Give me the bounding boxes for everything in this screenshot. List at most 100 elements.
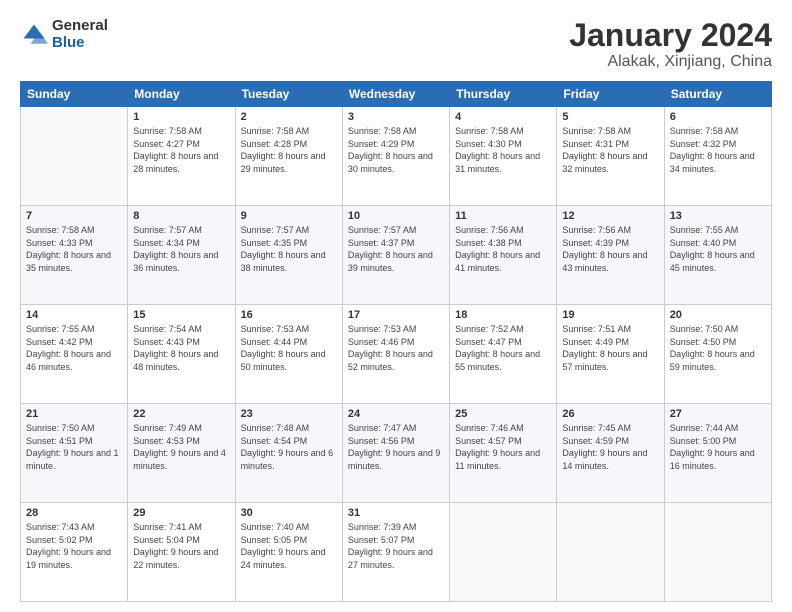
day-number: 29 — [133, 507, 229, 519]
day-detail: Sunrise: 7:55 AMSunset: 4:42 PMDaylight:… — [26, 323, 122, 373]
table-cell: 15 Sunrise: 7:54 AMSunset: 4:43 PMDayligh… — [128, 305, 235, 404]
table-cell: 2 Sunrise: 7:58 AMSunset: 4:28 PMDaylight… — [235, 107, 342, 206]
day-detail: Sunrise: 7:58 AMSunset: 4:29 PMDaylight:… — [348, 125, 444, 175]
logo-general: General — [52, 18, 108, 35]
day-detail: Sunrise: 7:52 AMSunset: 4:47 PMDaylight:… — [455, 323, 551, 373]
day-number: 8 — [133, 210, 229, 222]
day-detail: Sunrise: 7:56 AMSunset: 4:38 PMDaylight:… — [455, 224, 551, 274]
week-row-3: 21 Sunrise: 7:50 AMSunset: 4:51 PMDayligh… — [21, 404, 772, 503]
day-detail: Sunrise: 7:45 AMSunset: 4:59 PMDaylight:… — [562, 422, 658, 472]
day-number: 13 — [670, 210, 766, 222]
header-row: Sunday Monday Tuesday Wednesday Thursday… — [21, 82, 772, 107]
day-number: 3 — [348, 111, 444, 123]
table-cell: 22Sunrise: 7:49 AMSunset: 4:53 PMDayligh… — [128, 404, 235, 503]
table-cell — [450, 503, 557, 602]
table-cell — [21, 107, 128, 206]
table-cell: 26 Sunrise: 7:45 AMSunset: 4:59 PMDayligh… — [557, 404, 664, 503]
day-number: 28 — [26, 507, 122, 519]
table-cell: 25Sunrise: 7:46 AMSunset: 4:57 PMDayligh… — [450, 404, 557, 503]
day-detail: Sunrise: 7:57 AMSunset: 4:37 PMDaylight:… — [348, 224, 444, 274]
table-cell: 21 Sunrise: 7:50 AMSunset: 4:51 PMDayligh… — [21, 404, 128, 503]
day-detail: Sunrise: 7:46 AMSunset: 4:57 PMDaylight:… — [455, 422, 551, 472]
day-number: 20 — [670, 309, 766, 321]
day-detail: Sunrise: 7:48 AMSunset: 4:54 PMDaylight:… — [241, 422, 337, 472]
day-number: 9 — [241, 210, 337, 222]
day-detail: Sunrise: 7:41 AMSunset: 5:04 PMDaylight:… — [133, 521, 229, 571]
table-cell: 8 Sunrise: 7:57 AMSunset: 4:34 PMDaylight… — [128, 206, 235, 305]
table-cell: 23 Sunrise: 7:48 AMSunset: 4:54 PMDayligh… — [235, 404, 342, 503]
table-cell: 1 Sunrise: 7:58 AMSunset: 4:27 PMDaylight… — [128, 107, 235, 206]
calendar-table: Sunday Monday Tuesday Wednesday Thursday… — [20, 81, 772, 602]
table-cell: 18 Sunrise: 7:52 AMSunset: 4:47 PMDayligh… — [450, 305, 557, 404]
day-number: 31 — [348, 507, 444, 519]
title-block: January 2024 Alakak, Xinjiang, China — [569, 18, 772, 71]
logo-blue: Blue — [52, 35, 108, 52]
day-number: 4 — [455, 111, 551, 123]
table-cell: 27Sunrise: 7:44 AMSunset: 5:00 PMDayligh… — [664, 404, 771, 503]
day-detail: Sunrise: 7:58 AMSunset: 4:32 PMDaylight:… — [670, 125, 766, 175]
day-number: 18 — [455, 309, 551, 321]
day-number: 23 — [241, 408, 337, 420]
day-number: 5 — [562, 111, 658, 123]
day-detail: Sunrise: 7:47 AMSunset: 4:56 PMDaylight:… — [348, 422, 444, 472]
day-number: 26 — [562, 408, 658, 420]
day-detail: Sunrise: 7:58 AMSunset: 4:27 PMDaylight:… — [133, 125, 229, 175]
day-detail: Sunrise: 7:58 AMSunset: 4:31 PMDaylight:… — [562, 125, 658, 175]
day-detail: Sunrise: 7:58 AMSunset: 4:28 PMDaylight:… — [241, 125, 337, 175]
day-detail: Sunrise: 7:39 AMSunset: 5:07 PMDaylight:… — [348, 521, 444, 571]
col-saturday: Saturday — [664, 82, 771, 107]
day-number: 16 — [241, 309, 337, 321]
day-number: 17 — [348, 309, 444, 321]
day-detail: Sunrise: 7:43 AMSunset: 5:02 PMDaylight:… — [26, 521, 122, 571]
location-title: Alakak, Xinjiang, China — [569, 53, 772, 71]
day-number: 19 — [562, 309, 658, 321]
col-wednesday: Wednesday — [342, 82, 449, 107]
col-monday: Monday — [128, 82, 235, 107]
day-number: 7 — [26, 210, 122, 222]
table-cell: 30Sunrise: 7:40 AMSunset: 5:05 PMDayligh… — [235, 503, 342, 602]
day-detail: Sunrise: 7:51 AMSunset: 4:49 PMDaylight:… — [562, 323, 658, 373]
day-number: 15 — [133, 309, 229, 321]
day-number: 27 — [670, 408, 766, 420]
table-cell: 4 Sunrise: 7:58 AMSunset: 4:30 PMDaylight… — [450, 107, 557, 206]
day-number: 2 — [241, 111, 337, 123]
day-detail: Sunrise: 7:55 AMSunset: 4:40 PMDaylight:… — [670, 224, 766, 274]
week-row-2: 14 Sunrise: 7:55 AMSunset: 4:42 PMDayligh… — [21, 305, 772, 404]
table-cell — [664, 503, 771, 602]
table-cell: 7Sunrise: 7:58 AMSunset: 4:33 PMDaylight… — [21, 206, 128, 305]
table-cell: 16 Sunrise: 7:53 AMSunset: 4:44 PMDayligh… — [235, 305, 342, 404]
day-number: 10 — [348, 210, 444, 222]
day-detail: Sunrise: 7:56 AMSunset: 4:39 PMDaylight:… — [562, 224, 658, 274]
table-cell: 12 Sunrise: 7:56 AMSunset: 4:39 PMDayligh… — [557, 206, 664, 305]
month-title: January 2024 — [569, 18, 772, 53]
table-cell: 28 Sunrise: 7:43 AMSunset: 5:02 PMDayligh… — [21, 503, 128, 602]
day-number: 14 — [26, 309, 122, 321]
col-friday: Friday — [557, 82, 664, 107]
header: General Blue January 2024 Alakak, Xinjia… — [20, 18, 772, 71]
day-detail: Sunrise: 7:57 AMSunset: 4:34 PMDaylight:… — [133, 224, 229, 274]
day-detail: Sunrise: 7:50 AMSunset: 4:51 PMDaylight:… — [26, 422, 122, 472]
table-cell: 17 Sunrise: 7:53 AMSunset: 4:46 PMDayligh… — [342, 305, 449, 404]
week-row-0: 1 Sunrise: 7:58 AMSunset: 4:27 PMDaylight… — [21, 107, 772, 206]
table-cell: 9Sunrise: 7:57 AMSunset: 4:35 PMDaylight… — [235, 206, 342, 305]
day-number: 11 — [455, 210, 551, 222]
table-cell: 20Sunrise: 7:50 AMSunset: 4:50 PMDayligh… — [664, 305, 771, 404]
day-detail: Sunrise: 7:53 AMSunset: 4:46 PMDaylight:… — [348, 323, 444, 373]
day-detail: Sunrise: 7:53 AMSunset: 4:44 PMDaylight:… — [241, 323, 337, 373]
day-number: 12 — [562, 210, 658, 222]
day-detail: Sunrise: 7:58 AMSunset: 4:30 PMDaylight:… — [455, 125, 551, 175]
table-cell: 29 Sunrise: 7:41 AMSunset: 5:04 PMDayligh… — [128, 503, 235, 602]
day-number: 21 — [26, 408, 122, 420]
table-cell: 11 Sunrise: 7:56 AMSunset: 4:38 PMDayligh… — [450, 206, 557, 305]
table-cell — [557, 503, 664, 602]
table-cell: 14 Sunrise: 7:55 AMSunset: 4:42 PMDayligh… — [21, 305, 128, 404]
day-number: 24 — [348, 408, 444, 420]
table-cell: 10 Sunrise: 7:57 AMSunset: 4:37 PMDayligh… — [342, 206, 449, 305]
col-tuesday: Tuesday — [235, 82, 342, 107]
table-cell: 5 Sunrise: 7:58 AMSunset: 4:31 PMDaylight… — [557, 107, 664, 206]
table-cell: 24 Sunrise: 7:47 AMSunset: 4:56 PMDayligh… — [342, 404, 449, 503]
table-cell: 19 Sunrise: 7:51 AMSunset: 4:49 PMDayligh… — [557, 305, 664, 404]
day-detail: Sunrise: 7:54 AMSunset: 4:43 PMDaylight:… — [133, 323, 229, 373]
day-number: 1 — [133, 111, 229, 123]
table-cell: 31 Sunrise: 7:39 AMSunset: 5:07 PMDayligh… — [342, 503, 449, 602]
